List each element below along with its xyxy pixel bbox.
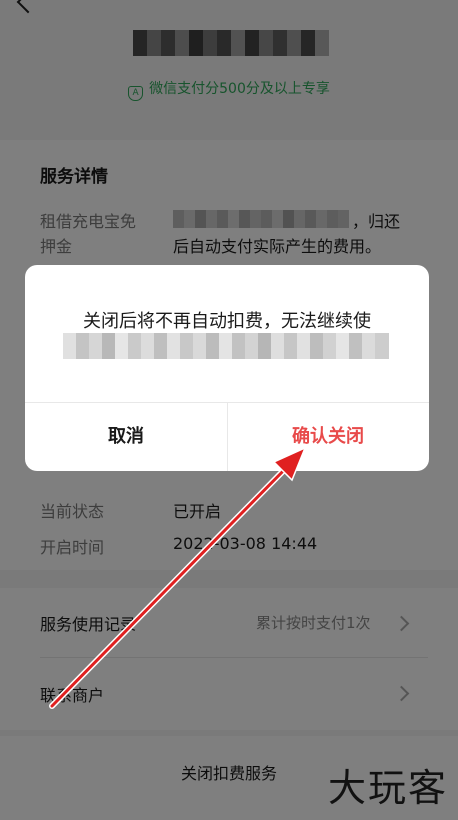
confirm-dialog: 关闭后将不再自动扣费，无法继续使 取消 确认关闭 xyxy=(25,265,429,471)
watermark-logo: 大玩客 xyxy=(327,766,448,810)
redacted-dialog-text xyxy=(63,333,389,359)
dialog-message: 关闭后将不再自动扣费，无法继续使 xyxy=(83,311,371,332)
confirm-close-button[interactable]: 确认关闭 xyxy=(227,403,429,471)
cancel-button[interactable]: 取消 xyxy=(25,403,227,471)
